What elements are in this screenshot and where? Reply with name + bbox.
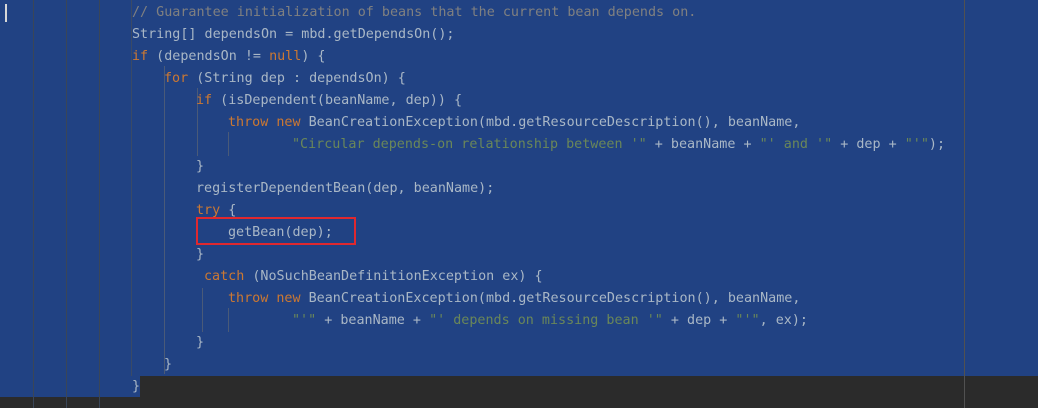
indent-guide [33, 0, 34, 408]
code-comment: // Guarantee initialization of beans tha… [132, 5, 697, 20]
code-string: "'" [904, 137, 929, 152]
code-line-15[interactable]: "'" + beanName + "' depends on missing b… [292, 310, 808, 332]
code-text: { [220, 203, 237, 218]
code-text: (isDependent(beanName, dep)) { [212, 93, 463, 108]
code-text: } [196, 247, 205, 262]
right-margin-guide [964, 0, 965, 408]
code-line-8[interactable]: } [196, 156, 204, 178]
code-line-2[interactable]: String[] dependsOn = mbd.getDependsOn(); [132, 24, 454, 46]
code-text: + beanName + [646, 137, 760, 152]
code-keyword: null [269, 49, 302, 64]
code-text: + dep + [832, 137, 905, 152]
code-string: "Circular depends-on relationship betwee… [292, 137, 647, 152]
text-caret [5, 4, 7, 22]
code-text: , ex); [759, 313, 808, 328]
code-keyword: new [276, 291, 301, 306]
indent-guide [164, 66, 165, 374]
code-keyword: catch [204, 269, 245, 284]
code-keyword: throw [228, 291, 269, 306]
code-text: BeanCreationException(mbd.getResourceDes… [300, 291, 801, 306]
code-text: BeanCreationException(mbd.getResourceDes… [300, 115, 801, 130]
code-keyword: for [164, 71, 189, 86]
indent-guide [66, 0, 67, 408]
code-line-16[interactable]: } [196, 332, 204, 354]
code-text: (dependsOn != [148, 49, 270, 64]
code-text: ); [928, 137, 946, 152]
red-highlight-box [196, 217, 356, 245]
code-text: String[] dependsOn = mbd.getDependsOn(); [132, 27, 455, 42]
code-text: } [196, 159, 205, 174]
code-string: "' depends on missing bean '" [429, 313, 663, 328]
indent-guide [228, 132, 229, 156]
code-editor[interactable]: // Guarantee initialization of beans tha… [0, 0, 1038, 408]
code-text: (NoSuchBeanDefinitionException ex) { [244, 269, 543, 284]
code-text: ) { [301, 49, 326, 64]
code-string: "'" [292, 313, 317, 328]
code-text: } [132, 379, 141, 394]
code-line-3[interactable]: if (dependsOn != null) { [132, 46, 326, 68]
code-keyword: new [276, 115, 301, 130]
code-string: "'" [735, 313, 760, 328]
code-keyword: if [196, 93, 213, 108]
indent-guide [202, 288, 203, 332]
code-line-18[interactable]: } [132, 376, 140, 398]
code-text: (String dep : dependsOn) { [188, 71, 406, 86]
code-text: registerDependentBean(dep, beanName); [196, 181, 495, 196]
code-line-1[interactable]: // Guarantee initialization of beans tha… [132, 2, 696, 24]
code-line-4[interactable]: for (String dep : dependsOn) { [164, 68, 406, 90]
code-line-12[interactable]: } [196, 244, 204, 266]
code-text: + dep + [662, 313, 736, 328]
code-line-5[interactable]: if (isDependent(beanName, dep)) { [196, 90, 462, 112]
code-line-7[interactable]: "Circular depends-on relationship betwee… [292, 134, 945, 156]
code-line-14[interactable]: throw new BeanCreationException(mbd.getR… [228, 288, 800, 310]
code-keyword: if [132, 49, 149, 64]
code-line-9[interactable]: registerDependentBean(dep, beanName); [196, 178, 494, 200]
code-string: "' and '" [759, 137, 833, 152]
code-line-17[interactable]: } [164, 354, 172, 376]
code-keyword: throw [228, 115, 269, 130]
code-text: } [164, 357, 173, 372]
code-line-6[interactable]: throw new BeanCreationException(mbd.getR… [228, 112, 800, 134]
code-line-13[interactable]: catch (NoSuchBeanDefinitionException ex)… [204, 266, 543, 288]
code-text: + beanName + [316, 313, 430, 328]
indent-guide [99, 0, 100, 408]
text-selection-tail [0, 376, 140, 397]
code-text: } [196, 335, 205, 350]
indent-guide [228, 308, 229, 332]
code-keyword: try [196, 203, 221, 218]
